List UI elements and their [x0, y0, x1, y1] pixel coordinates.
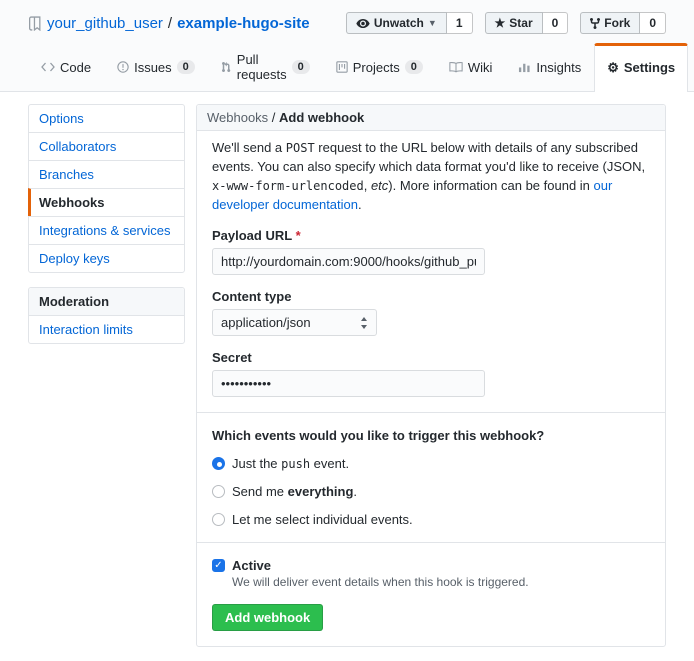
sidebar-item-deploy-keys[interactable]: Deploy keys	[29, 244, 184, 272]
radio-just-push[interactable]: Just the push event.	[212, 456, 650, 471]
issues-count: 0	[177, 60, 195, 74]
star-button[interactable]: ★ Star	[485, 12, 543, 34]
repo-separator: /	[168, 15, 172, 32]
webhooks-breadcrumb-link[interactable]: Webhooks	[207, 110, 268, 125]
panel-breadcrumb: Webhooks / Add webhook	[197, 105, 665, 131]
fork-label: Fork	[604, 16, 630, 30]
eye-icon	[356, 18, 370, 29]
radio-send-everything-label: Send me everything.	[232, 484, 357, 499]
project-icon	[336, 61, 348, 73]
repo-name-link[interactable]: example-hugo-site	[177, 15, 310, 32]
pull-request-icon	[221, 61, 232, 73]
radio-button[interactable]	[212, 513, 225, 526]
webhook-description: We'll send a POST request to the URL bel…	[212, 139, 650, 214]
repo-owner-link[interactable]: your_github_user	[47, 15, 163, 32]
repo-nav: Code Issues 0 Pull requests 0 Projects 0	[28, 43, 666, 91]
book-icon	[449, 61, 463, 73]
content-type-label: Content type	[212, 289, 650, 304]
unwatch-label: Unwatch	[374, 16, 424, 30]
sidebar-item-collaborators[interactable]: Collaborators	[29, 132, 184, 160]
active-setting: ✓ Active We will deliver event details w…	[212, 558, 650, 589]
repo-actions: Unwatch ▼ 1 ★ Star 0 Fork 0	[334, 12, 666, 34]
radio-button[interactable]	[212, 485, 225, 498]
content-type-select[interactable]: application/json	[212, 309, 377, 336]
radio-send-everything[interactable]: Send me everything.	[212, 484, 650, 499]
repo-header: your_github_user / example-hugo-site Unw…	[0, 0, 694, 92]
projects-count: 0	[405, 60, 423, 74]
fork-group: Fork 0	[580, 12, 666, 34]
moderation-heading: Moderation	[29, 288, 184, 315]
tab-pull-requests[interactable]: Pull requests 0	[208, 43, 323, 91]
payload-url-input[interactable]	[212, 248, 485, 275]
pull-requests-count: 0	[292, 60, 310, 74]
repo-icon	[28, 16, 42, 31]
section-divider	[197, 412, 665, 413]
star-group: ★ Star 0	[485, 12, 569, 34]
fork-count[interactable]: 0	[640, 12, 666, 34]
radio-individual-events-label: Let me select individual events.	[232, 512, 413, 527]
webhook-panel: Webhooks / Add webhook We'll send a POST…	[196, 104, 666, 647]
fork-button[interactable]: Fork	[580, 12, 640, 34]
content-type-value: application/json	[221, 315, 311, 330]
active-note: We will deliver event details when this …	[232, 575, 529, 589]
star-count[interactable]: 0	[543, 12, 569, 34]
watch-count[interactable]: 1	[447, 12, 473, 34]
code-icon	[41, 62, 55, 72]
section-divider	[197, 542, 665, 543]
breadcrumb: your_github_user / example-hugo-site	[28, 15, 310, 32]
add-webhook-button[interactable]: Add webhook	[212, 604, 323, 631]
radio-just-push-label: Just the push event.	[232, 456, 349, 471]
settings-sidebar: Options Collaborators Branches Webhooks …	[28, 104, 185, 344]
star-label: Star	[509, 16, 532, 30]
tab-wiki[interactable]: Wiki	[436, 43, 506, 91]
sidebar-item-branches[interactable]: Branches	[29, 160, 184, 188]
moderation-menu: Moderation Interaction limits	[28, 287, 185, 344]
sidebar-item-integrations[interactable]: Integrations & services	[29, 216, 184, 244]
radio-button-selected[interactable]	[212, 457, 225, 470]
sidebar-item-options[interactable]: Options	[29, 105, 184, 132]
breadcrumb-separator: /	[268, 110, 279, 125]
tab-code[interactable]: Code	[28, 43, 104, 91]
gear-icon: ⚙	[607, 60, 619, 76]
issue-icon	[117, 61, 129, 73]
tab-issues[interactable]: Issues 0	[104, 43, 208, 91]
tab-projects[interactable]: Projects 0	[323, 43, 436, 91]
sidebar-item-webhooks[interactable]: Webhooks	[28, 188, 184, 216]
sidebar-item-interaction-limits[interactable]: Interaction limits	[29, 315, 184, 343]
tab-settings[interactable]: ⚙ Settings	[594, 43, 688, 92]
settings-menu: Options Collaborators Branches Webhooks …	[28, 104, 185, 273]
watch-group: Unwatch ▼ 1	[346, 12, 473, 34]
select-arrows-icon	[360, 317, 368, 329]
unwatch-button[interactable]: Unwatch ▼	[346, 12, 447, 34]
events-heading: Which events would you like to trigger t…	[212, 428, 650, 443]
fork-icon	[590, 17, 600, 30]
active-checkbox[interactable]: ✓	[212, 559, 225, 572]
secret-label: Secret	[212, 350, 650, 365]
tab-insights[interactable]: Insights	[505, 43, 594, 91]
graph-icon	[518, 61, 531, 73]
chevron-down-icon: ▼	[428, 18, 437, 28]
page-body: Options Collaborators Branches Webhooks …	[0, 92, 694, 661]
radio-individual-events[interactable]: Let me select individual events.	[212, 512, 650, 527]
secret-input[interactable]	[212, 370, 485, 397]
webhook-form: We'll send a POST request to the URL bel…	[197, 131, 665, 646]
payload-url-label: Payload URL *	[212, 228, 650, 243]
active-label: Active	[232, 558, 529, 573]
required-asterisk: *	[296, 228, 301, 243]
star-icon: ★	[495, 16, 506, 30]
page-title: Add webhook	[279, 110, 364, 125]
